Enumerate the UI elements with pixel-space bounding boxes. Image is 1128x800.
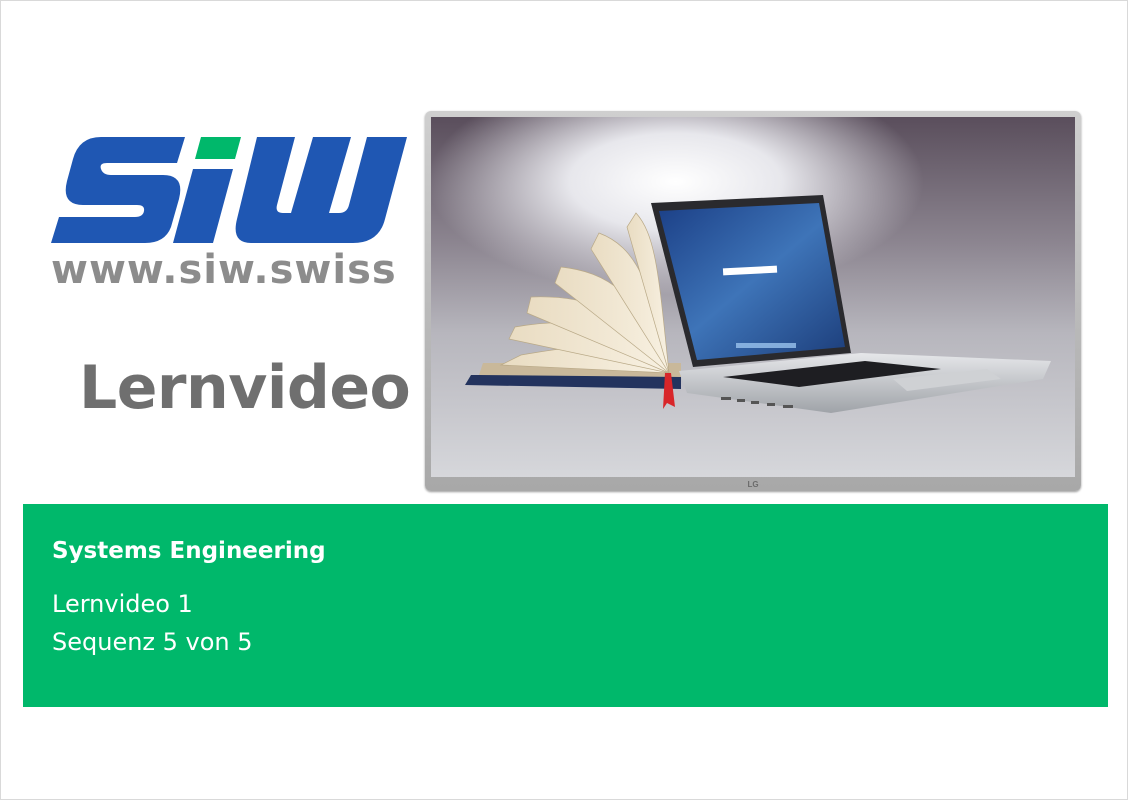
siw-wordmark-icon <box>51 137 407 243</box>
slide: www.siw.swiss Lernvideo LG Systems Engin… <box>0 0 1128 800</box>
course-title: Systems Engineering <box>52 538 326 564</box>
sequence-indicator: Sequenz 5 von 5 <box>52 628 253 656</box>
video-number: Lernvideo 1 <box>52 590 193 618</box>
tv-screen <box>431 117 1075 477</box>
book-laptop-image-icon <box>465 195 1051 413</box>
tv-image: LG <box>425 111 1081 491</box>
tv-brand-logo: LG <box>747 480 759 489</box>
siw-logo: www.siw.swiss <box>45 129 413 299</box>
logo-url: www.siw.swiss <box>51 247 397 293</box>
page-title: Lernvideo <box>79 353 411 423</box>
info-band: Systems Engineering Lernvideo 1 Sequenz … <box>23 504 1108 707</box>
